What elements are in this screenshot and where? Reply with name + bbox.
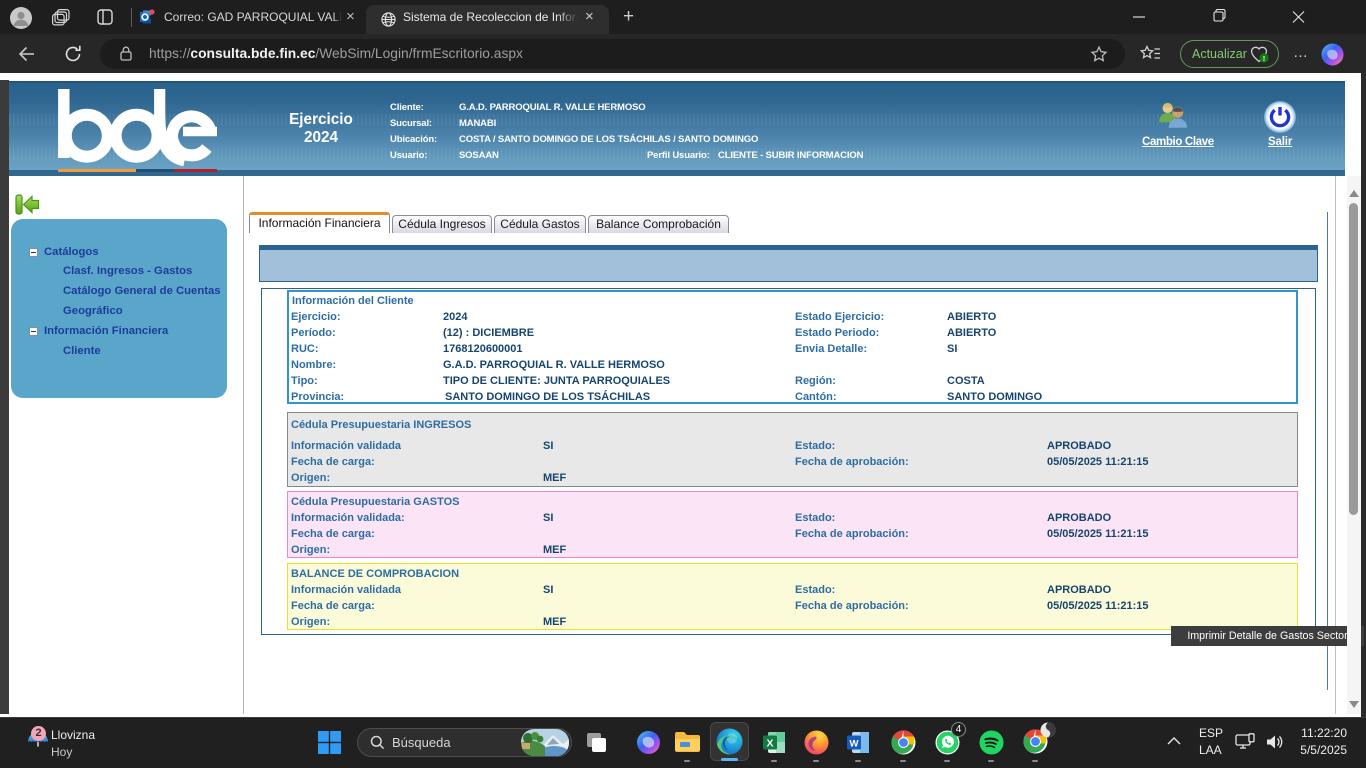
svg-text:X: X bbox=[766, 738, 773, 750]
svg-text:W: W bbox=[850, 738, 859, 749]
svg-text:!: ! bbox=[1263, 54, 1266, 63]
